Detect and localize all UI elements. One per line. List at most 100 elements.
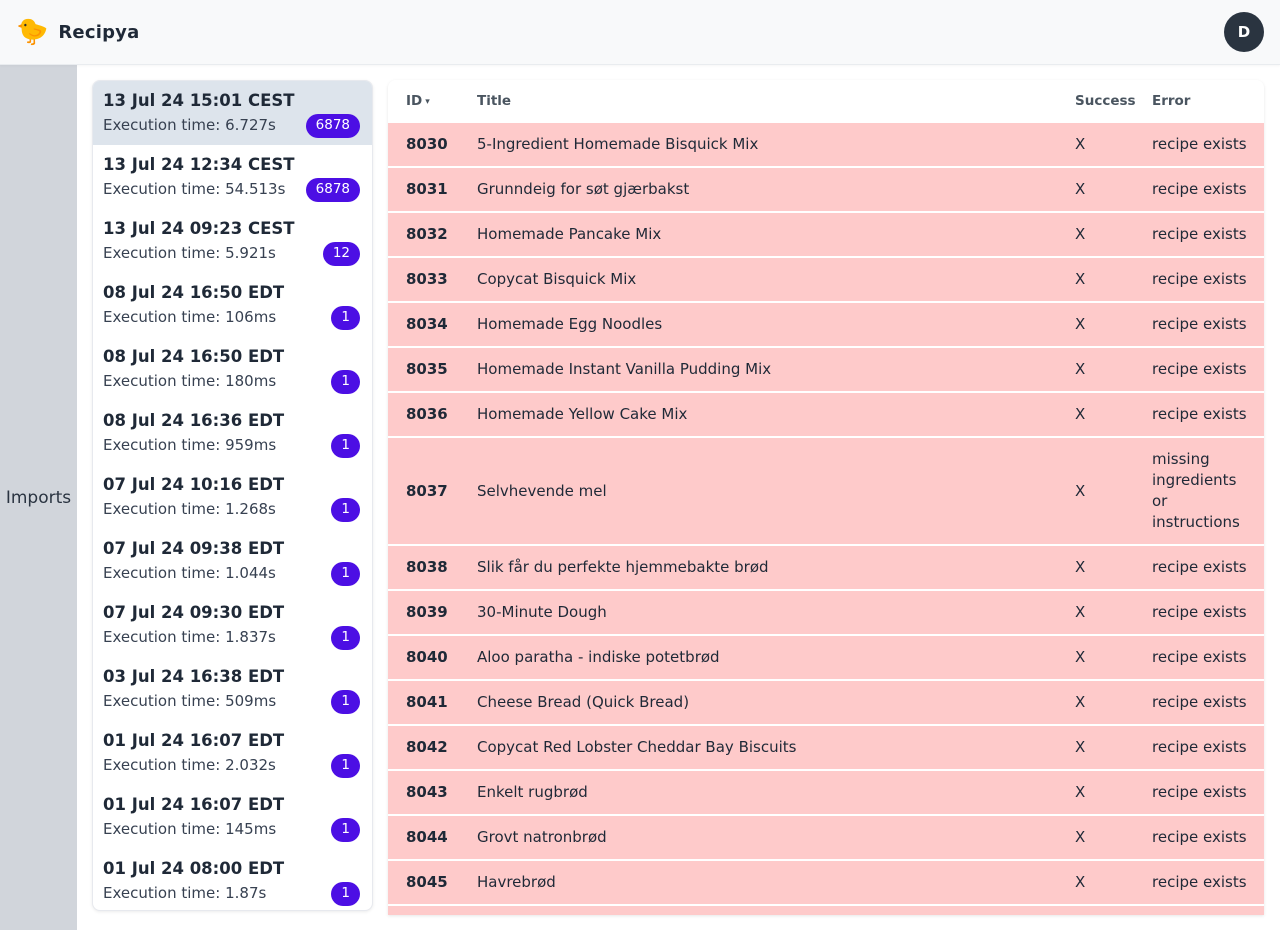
imports-list: 13 Jul 24 15:01 CEST Execution time: 6.7… [92, 80, 373, 911]
import-list-item[interactable]: 13 Jul 24 12:34 CEST Execution time: 54.… [93, 145, 372, 209]
imports-list-body: 13 Jul 24 15:01 CEST Execution time: 6.7… [93, 81, 372, 911]
row-success: X [1075, 872, 1152, 893]
import-list-item[interactable]: 01 Jul 24 16:07 EDT Execution time: 2.03… [93, 721, 372, 785]
row-error: recipe exists [1152, 692, 1252, 713]
import-list-item[interactable]: 08 Jul 24 16:36 EDT Execution time: 959m… [93, 401, 372, 465]
row-success: X [1075, 314, 1152, 335]
table-row[interactable]: 8032 Homemade Pancake Mix X recipe exist… [388, 213, 1264, 258]
table-row[interactable]: 8034 Homemade Egg Noodles X recipe exist… [388, 303, 1264, 348]
import-count-badge: 1 [331, 754, 360, 778]
row-title: Copycat Red Lobster Cheddar Bay Biscuits [477, 737, 1075, 758]
imports-sidebar: Imports [0, 65, 77, 930]
row-title: Havrebrød [477, 872, 1075, 893]
table-row[interactable]: 8033 Copycat Bisquick Mix X recipe exist… [388, 258, 1264, 303]
import-execution-time: Execution time: 106ms [103, 307, 360, 328]
import-count-badge: 1 [331, 306, 360, 330]
row-error: recipe exists [1152, 269, 1252, 290]
row-title: 5-Ingredient Homemade Bisquick Mix [477, 134, 1075, 155]
table-row[interactable]: 8030 5-Ingredient Homemade Bisquick Mix … [388, 123, 1264, 168]
column-header-id[interactable]: ID▾ [406, 91, 477, 113]
row-error: recipe exists [1152, 602, 1252, 623]
row-title: Cheese Bread (Quick Bread) [477, 692, 1075, 713]
import-execution-time: Execution time: 1.044s [103, 563, 360, 584]
import-date: 08 Jul 24 16:36 EDT [103, 410, 360, 432]
column-header-success[interactable]: Success [1075, 91, 1152, 112]
import-list-item[interactable]: 01 Jul 24 16:07 EDT Execution time: 145m… [93, 785, 372, 849]
table-row[interactable]: 8044 Grovt natronbrød X recipe exists [388, 816, 1264, 861]
row-success: X [1075, 481, 1152, 502]
import-execution-time: Execution time: 959ms [103, 435, 360, 456]
import-list-item[interactable]: 07 Jul 24 09:30 EDT Execution time: 1.83… [93, 593, 372, 657]
row-id: 8045 [406, 872, 477, 893]
row-title: Aloo paratha - indiske potetbrød [477, 647, 1075, 668]
table-row[interactable]: 8045 Havrebrød X recipe exists [388, 861, 1264, 906]
row-success: X [1075, 269, 1152, 290]
row-success: X [1075, 404, 1152, 425]
row-success: X [1075, 359, 1152, 380]
table-row[interactable]: 8038 Slik får du perfekte hjemmebakte br… [388, 546, 1264, 591]
import-date: 03 Jul 24 16:38 EDT [103, 666, 360, 688]
user-avatar[interactable]: D [1224, 12, 1264, 52]
row-title: Enkelt rugbrød [477, 782, 1075, 803]
table-row[interactable]: 8031 Grunndeig for søt gjærbakst X recip… [388, 168, 1264, 213]
import-list-item[interactable]: 07 Jul 24 09:38 EDT Execution time: 1.04… [93, 529, 372, 593]
table-row[interactable]: 8042 Copycat Red Lobster Cheddar Bay Bis… [388, 726, 1264, 771]
row-id: 8032 [406, 224, 477, 245]
row-error: recipe exists [1152, 224, 1252, 245]
app-logo-icon[interactable]: 🐤 [16, 19, 48, 45]
table-row[interactable]: 8040 Aloo paratha - indiske potetbrød X … [388, 636, 1264, 681]
table-row[interactable]: 8046 Homemade No-Yeast Bread X recipe ex… [388, 906, 1264, 915]
row-error: recipe exists [1152, 557, 1252, 578]
import-list-item[interactable]: 13 Jul 24 09:23 CEST Execution time: 5.9… [93, 209, 372, 273]
row-success: X [1075, 647, 1152, 668]
table-row[interactable]: 8036 Homemade Yellow Cake Mix X recipe e… [388, 393, 1264, 438]
table-row[interactable]: 8041 Cheese Bread (Quick Bread) X recipe… [388, 681, 1264, 726]
column-header-error[interactable]: Error [1152, 91, 1252, 112]
import-list-item[interactable]: 07 Jul 24 10:16 EDT Execution time: 1.26… [93, 465, 372, 529]
sidebar-tab-imports[interactable]: Imports [6, 488, 71, 508]
table-row[interactable]: 8039 30-Minute Dough X recipe exists [388, 591, 1264, 636]
row-success: X [1075, 737, 1152, 758]
row-id: 8036 [406, 404, 477, 425]
row-id: 8034 [406, 314, 477, 335]
avatar-initial: D [1238, 23, 1250, 41]
row-success: X [1075, 179, 1152, 200]
row-id: 8031 [406, 179, 477, 200]
import-count-badge: 1 [331, 562, 360, 586]
import-date: 01 Jul 24 08:00 EDT [103, 858, 360, 880]
import-execution-time: Execution time: 5.921s [103, 243, 360, 264]
row-id: 8035 [406, 359, 477, 380]
row-title: Homemade Pancake Mix [477, 224, 1075, 245]
import-date: 13 Jul 24 09:23 CEST [103, 218, 360, 240]
row-success: X [1075, 557, 1152, 578]
import-execution-time: Execution time: 2.032s [103, 755, 360, 776]
import-date: 13 Jul 24 15:01 CEST [103, 90, 360, 112]
row-error: recipe exists [1152, 782, 1252, 803]
table-row[interactable]: 8035 Homemade Instant Vanilla Pudding Mi… [388, 348, 1264, 393]
row-title: Selvhevende mel [477, 481, 1075, 502]
column-header-title[interactable]: Title [477, 91, 1075, 112]
table-row[interactable]: 8037 Selvhevende mel X missing ingredien… [388, 438, 1264, 546]
row-title: 30-Minute Dough [477, 602, 1075, 623]
row-error: recipe exists [1152, 359, 1252, 380]
import-list-item[interactable]: 03 Jul 24 16:38 EDT Execution time: 509m… [93, 657, 372, 721]
row-id: 8044 [406, 827, 477, 848]
row-error: recipe exists [1152, 647, 1252, 668]
row-error: recipe exists [1152, 179, 1252, 200]
import-count-badge: 6878 [306, 178, 360, 202]
table-row[interactable]: 8043 Enkelt rugbrød X recipe exists [388, 771, 1264, 816]
row-success: X [1075, 782, 1152, 803]
import-list-item[interactable]: 08 Jul 24 16:50 EDT Execution time: 180m… [93, 337, 372, 401]
import-list-item[interactable]: 08 Jul 24 16:50 EDT Execution time: 106m… [93, 273, 372, 337]
app-brand[interactable]: 🐤 Recipya [16, 19, 139, 45]
row-error: recipe exists [1152, 737, 1252, 758]
row-id: 8037 [406, 481, 477, 502]
row-title: Grunndeig for søt gjærbakst [477, 179, 1075, 200]
row-success: X [1075, 692, 1152, 713]
row-success: X [1075, 827, 1152, 848]
import-list-item[interactable]: 13 Jul 24 15:01 CEST Execution time: 6.7… [93, 81, 372, 145]
row-title: Copycat Bisquick Mix [477, 269, 1075, 290]
top-navbar: 🐤 Recipya D [0, 0, 1280, 65]
import-list-item[interactable]: 01 Jul 24 08:00 EDT Execution time: 1.87… [93, 849, 372, 911]
row-success: X [1075, 134, 1152, 155]
